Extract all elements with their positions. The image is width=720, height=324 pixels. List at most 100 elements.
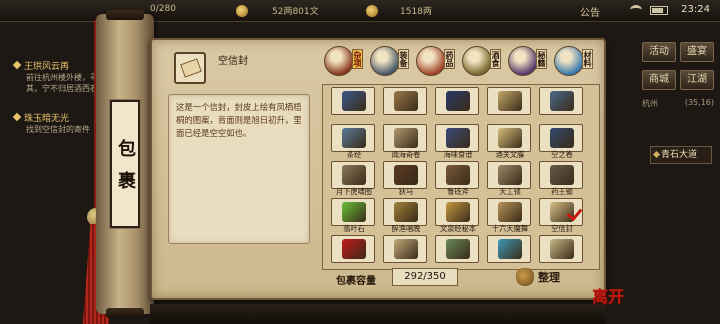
item-name: 鲁班斧 [447,187,469,196]
category-tab[interactable]: 装备 [370,46,409,76]
item-grid: 茶经 闻海奇卷 海味食谱 通关文牒 空之卷月下虎啸图 狄马 鲁班斧 天工锁 药王锄翡叶石 醉渔唱晚… [322,84,600,270]
item-icon [446,128,470,148]
item-name: 海味食谱 [443,150,473,159]
item-slot[interactable]: 翡叶石 [331,198,375,233]
item-slot[interactable]: 茶经 [331,124,375,159]
item-slot[interactable] [539,87,583,115]
category-tab[interactable]: 酒食 [462,46,501,76]
item-slot[interactable] [539,235,583,263]
item-icon [498,202,522,222]
item-icon [550,165,574,185]
current-place-button[interactable]: 青石大道 [650,146,712,164]
item-name: 通关文牒 [495,150,525,159]
scroll-rod-top [106,10,144,20]
close-seal-button[interactable]: 离开 [592,289,624,320]
quest-title[interactable]: 王珙风云再 [24,59,69,72]
item-name: 空之卷 [551,150,573,159]
item-slot[interactable] [435,87,479,115]
jianghu-button[interactable]: 江湖 [680,70,714,90]
item-icon [498,91,522,111]
location-readout: 杭州 (35,16) [642,98,716,110]
item-slot[interactable]: 药王锄 [539,161,583,196]
item-icon [394,202,418,222]
item-icon [550,239,574,259]
category-tab[interactable]: 秘籍 [508,46,547,76]
item-icon [498,239,522,259]
item-slot[interactable] [331,235,375,263]
quest-title[interactable]: 珠玉暗无光 [24,111,69,124]
item-slot[interactable]: 闻海奇卷 [383,124,427,159]
battery-icon [650,6,668,15]
wifi-icon [630,5,642,15]
envelope-icon [180,58,202,78]
item-slot[interactable]: 空之卷 [539,124,583,159]
item-slot[interactable]: 狄马 [383,161,427,196]
item-slot[interactable]: 月下虎啸图 [331,161,375,196]
item-slot[interactable]: 天工锁 [487,161,531,196]
scroll-rod-bottom [106,308,144,318]
item-slot[interactable]: 十六天魔舞 [487,198,531,233]
announcement-button[interactable]: 公告 [580,4,600,19]
item-slot[interactable] [383,235,427,263]
quest-bullet-icon [12,60,22,70]
item-name: 狄马 [398,187,414,196]
item-description: 这是一个信封，封皮上绘有凤栖梧桐的图案，背面则是旭日初升，里面已经是空空如也。 [168,94,310,244]
item-icon [342,202,366,222]
item-name: 空信封 [551,224,573,233]
sort-button[interactable]: 整理 [514,264,578,288]
capacity-value: 292/350 [392,268,458,286]
category-tab[interactable]: 药品 [416,46,455,76]
category-tab-label: 材料 [582,49,593,69]
item-slot[interactable] [383,87,427,115]
item-icon [550,91,574,111]
item-icon [446,239,470,259]
item-name: 闻海奇卷 [391,150,421,159]
clock: 23:24 [681,4,710,15]
item-icon [342,165,366,185]
item-icon [446,202,470,222]
item-icon [342,239,366,259]
bottom-bar [150,304,606,324]
category-tab-label: 秘籍 [536,49,547,69]
silver-counter: 0/280 [150,4,176,14]
item-name: 翡叶石 [343,224,365,233]
scroll-roller: 包裹 [96,10,154,318]
item-slot[interactable]: 通关文牒 [487,124,531,159]
item-icon [498,128,522,148]
location-coords: (35,16) [684,98,714,107]
sort-label: 整理 [538,271,560,284]
item-icon [342,91,366,111]
item-icon [498,165,522,185]
item-slot[interactable]: 醉渔唱晚 [383,198,427,233]
gold-icon [366,5,378,17]
feast-button[interactable]: 盛宴 [680,42,714,62]
item-slot[interactable]: 鲁班斧 [435,161,479,196]
item-slot[interactable] [435,235,479,263]
category-tab[interactable]: 材料 [554,46,593,76]
item-icon [394,128,418,148]
item-slot[interactable]: 文泉经秘本 [435,198,479,233]
location-name: 杭州 [642,99,658,108]
category-tab-label: 药品 [444,49,455,69]
item-name: 天工锁 [499,187,521,196]
item-name: 药王锄 [551,187,573,196]
shop-button[interactable]: 商城 [642,70,676,90]
item-icon [446,165,470,185]
item-icon [550,128,574,148]
selected-item-slot [174,52,206,84]
item-slot[interactable] [331,87,375,115]
item-slot[interactable] [487,235,531,263]
item-slot[interactable]: 海味食谱 [435,124,479,159]
inventory-title: 包裹 [109,99,141,229]
category-tab[interactable]: 杂项 [324,46,363,76]
selected-item-name: 空信封 [218,56,248,67]
capacity-label: 包裹容量 [336,276,376,287]
bag-icon [516,268,534,286]
item-slot[interactable] [487,87,531,115]
item-icon [342,128,366,148]
item-name: 月下虎啸图 [336,187,372,196]
item-slot[interactable]: 空信封 [539,198,583,233]
item-icon [446,91,470,111]
item-name: 醉渔唱晚 [391,224,421,233]
activity-button[interactable]: 活动 [642,42,676,62]
